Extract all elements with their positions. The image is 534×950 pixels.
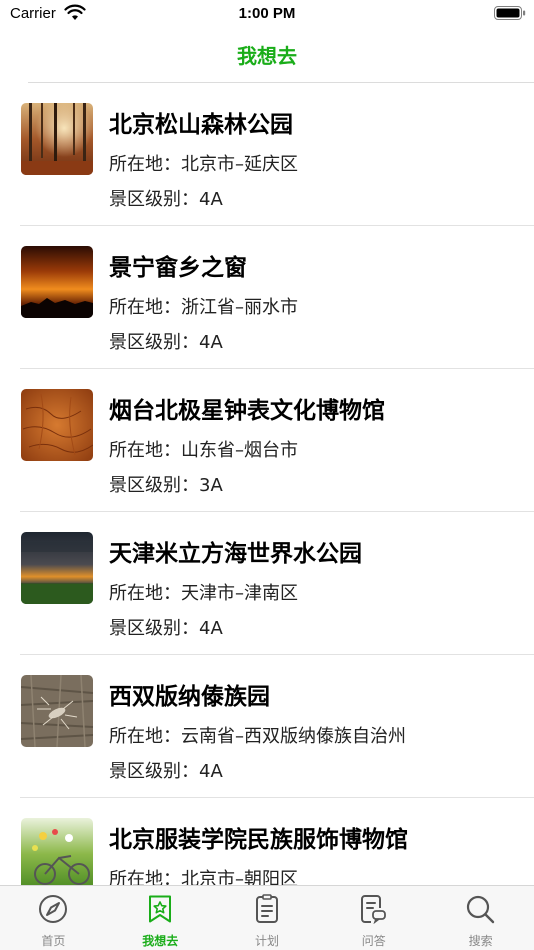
tab-label: 我想去 [142, 934, 179, 948]
item-location: 所在地：浙江省–丽水市 [109, 297, 298, 318]
item-location: 所在地：云南省–西双版纳傣族自治州 [109, 726, 406, 747]
item-level: 景区级别：4A [109, 332, 223, 353]
page-title: 我想去 [237, 44, 297, 68]
thumbnail-image [21, 389, 93, 461]
list-item[interactable]: 烟台北极星钟表文化博物馆 所在地：山东省–烟台市 景区级别：3A [0, 369, 534, 512]
item-level: 景区级别：4A [109, 761, 223, 782]
list-item[interactable]: 北京松山森林公园 所在地：北京市–延庆区 景区级别：4A [0, 83, 534, 226]
list-item[interactable]: 北京服装学院民族服饰博物馆 所在地：北京市–朝阳区 [0, 798, 534, 885]
thumbnail-image [21, 675, 93, 747]
list-item[interactable]: 景宁畲乡之窗 所在地：浙江省–丽水市 景区级别：4A [0, 226, 534, 369]
scenic-list[interactable]: 北京松山森林公园 所在地：北京市–延庆区 景区级别：4A 景宁畲乡之窗 所在地：… [0, 83, 534, 885]
tab-label: 问答 [361, 934, 386, 948]
tab-search[interactable]: 搜索 [427, 886, 534, 950]
item-title: 天津米立方海世界水公园 [109, 541, 362, 567]
item-title: 北京松山森林公园 [109, 112, 293, 138]
search-icon [467, 895, 495, 924]
item-title: 西双版纳傣族园 [109, 684, 270, 710]
item-location: 所在地：北京市–延庆区 [109, 154, 298, 175]
tab-qa[interactable]: 问答 [320, 886, 427, 950]
item-location: 所在地：山东省–烟台市 [109, 440, 298, 461]
battery-icon [494, 6, 526, 20]
compass-icon [39, 895, 67, 923]
bookmark-star-icon [148, 895, 171, 923]
tab-home[interactable]: 首页 [0, 886, 107, 950]
tab-want-to-go[interactable]: 我想去 [107, 886, 214, 950]
chat-document-icon [361, 895, 387, 924]
clipboard-icon [255, 894, 278, 923]
tab-bar: 首页 我想去 计划 问答 搜索 [0, 885, 534, 950]
item-level: 景区级别：3A [109, 475, 223, 496]
tab-label: 首页 [41, 934, 66, 948]
thumbnail-image [21, 246, 93, 318]
thumbnail-image [21, 532, 93, 604]
status-bar: Carrier 1:00 PM [0, 0, 534, 28]
item-level: 景区级别：4A [109, 189, 223, 210]
item-location: 所在地：北京市–朝阳区 [109, 869, 298, 885]
item-location: 所在地：天津市–津南区 [109, 583, 298, 604]
clock-time: 1:00 PM [238, 5, 296, 22]
thumbnail-image [21, 818, 93, 885]
item-title: 景宁畲乡之窗 [109, 255, 247, 281]
list-item[interactable]: 天津米立方海世界水公园 所在地：天津市–津南区 景区级别：4A [0, 512, 534, 655]
thumbnail-image [21, 103, 93, 175]
tab-label: 计划 [254, 934, 279, 948]
tab-label: 搜索 [468, 934, 493, 948]
item-title: 烟台北极星钟表文化博物馆 [109, 398, 385, 424]
list-item[interactable]: 西双版纳傣族园 所在地：云南省–西双版纳傣族自治州 景区级别：4A [0, 655, 534, 798]
item-title: 北京服装学院民族服饰博物馆 [109, 827, 408, 853]
item-level: 景区级别：4A [109, 618, 223, 639]
tab-plan[interactable]: 计划 [214, 886, 321, 950]
